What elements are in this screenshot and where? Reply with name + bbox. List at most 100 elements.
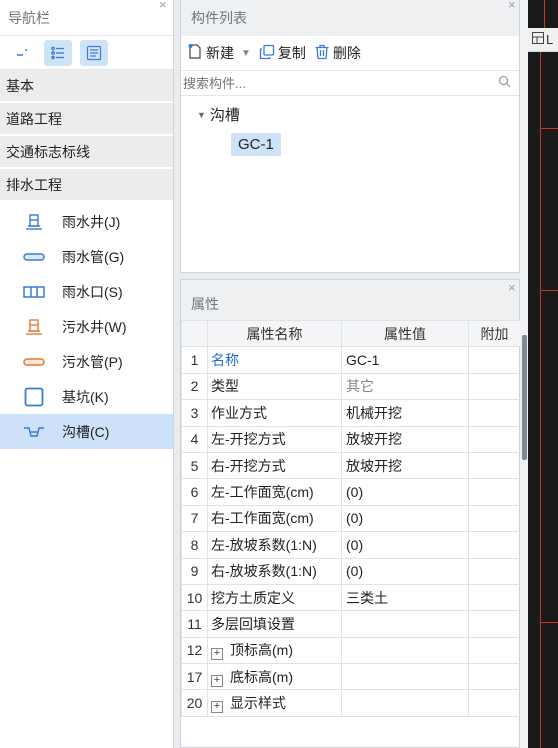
table-row[interactable]: 20 + 显示样式 [181,689,521,717]
row-number: 20 [181,689,208,717]
property-value[interactable]: 放坡开挖 [341,425,469,453]
table-row[interactable]: 5 右-开挖方式 放坡开挖 [181,451,521,480]
nav-item-trench[interactable]: 沟槽(C) [0,414,173,449]
property-name-label: 左-工作面宽(cm) [211,484,314,501]
property-extra-checkbox[interactable] [468,636,521,665]
expand-plus-icon[interactable]: + [211,674,223,687]
property-value[interactable]: (0) [341,557,469,585]
table-row[interactable]: 7 右-工作面宽(cm) (0) [181,504,521,533]
property-extra-checkbox[interactable] [468,557,521,585]
drawing-tab[interactable]: L [528,28,558,52]
property-value[interactable]: 三类土 [341,583,469,612]
table-row[interactable]: 11 多层回填设置 [181,610,521,638]
table-row[interactable]: 3 作业方式 机械开挖 [181,399,521,427]
drawing-line [540,52,541,748]
delete-button[interactable]: 删除 [312,43,363,63]
row-number: 12 [181,636,208,665]
delete-button-label: 删除 [332,45,361,61]
table-row[interactable]: 10 挖方土质定义 三类土 [181,583,521,612]
property-extra-checkbox[interactable] [468,610,521,638]
property-extra-checkbox[interactable] [468,399,521,427]
close-icon[interactable]: × [159,0,167,11]
component-list-header: 构件列表 [181,0,519,36]
table-row[interactable]: 17 + 底标高(m) [181,663,521,691]
search-input[interactable] [183,75,463,91]
properties-title: 属性 [191,296,219,312]
nav-category-basic[interactable]: 基本 [0,70,173,103]
nav-item-rain-pipe[interactable]: 雨水管(G) [0,239,173,274]
table-row[interactable]: 12 + 顶标高(m) [181,636,521,665]
nav-panel-header: 导航栏 [0,0,173,36]
property-value[interactable] [341,663,469,691]
search-icon[interactable] [498,75,511,91]
nav-item-pit[interactable]: 基坑(K) [0,379,173,414]
property-name-label: 顶标高(m) [230,642,293,659]
trash-icon [314,44,330,63]
property-value[interactable] [341,610,469,638]
chevron-down-icon[interactable]: ▼ [241,48,251,59]
row-number: 4 [181,425,208,453]
col-header-extra: 附加 [468,319,521,348]
nav-item-label: 污水管(P) [62,353,123,370]
property-extra-checkbox[interactable] [468,689,521,717]
nav-category-drainage[interactable]: 排水工程 [0,169,173,202]
property-extra-checkbox[interactable] [468,663,521,691]
property-value[interactable] [341,636,469,665]
table-row[interactable]: 4 左-开挖方式 放坡开挖 [181,425,521,453]
property-extra-checkbox[interactable] [468,451,521,480]
property-value[interactable]: GC-1 [341,346,469,374]
component-search [181,70,519,96]
table-row[interactable]: 6 左-工作面宽(cm) (0) [181,478,521,506]
nav-item-sewage-pipe[interactable]: 污水管(P) [0,344,173,379]
property-value[interactable]: (0) [341,504,469,533]
nav-item-rain-well[interactable]: 雨水井(J) [0,204,173,239]
collapse-icon[interactable] [8,40,36,66]
property-name: + 底标高(m) [207,663,342,691]
property-value[interactable]: 机械开挖 [341,399,469,427]
nav-category-traffic[interactable]: 交通标志标线 [0,136,173,169]
nav-item-rain-inlet[interactable]: 雨水口(S) [0,274,173,309]
detail-view-icon[interactable] [80,39,108,66]
property-extra-checkbox[interactable] [468,583,521,612]
property-name-label: 多层回填设置 [211,615,295,632]
property-value[interactable] [341,689,469,717]
drawing-canvas[interactable] [528,0,558,748]
nav-item-sewage-well[interactable]: 污水井(W) [0,309,173,344]
property-extra-checkbox[interactable] [468,504,521,533]
property-name: 类型 [207,372,342,401]
property-name-label: 显示样式 [230,695,286,712]
property-name-label: 左-放坡系数(1:N) [211,536,317,553]
nav-item-label: 沟槽(C) [62,423,110,440]
close-icon[interactable]: × [508,281,516,294]
col-header-value: 属性值 [341,319,469,348]
nav-toolbar [0,36,173,70]
property-value[interactable]: 其它 [341,372,469,401]
table-row[interactable]: 9 右-放坡系数(1:N) (0) [181,557,521,585]
expand-plus-icon[interactable]: + [211,701,223,714]
list-view-icon[interactable] [44,39,72,66]
expand-arrow-icon[interactable]: ▼ [197,110,206,120]
scrollbar-thumb[interactable] [522,335,527,460]
new-document-icon [187,43,203,63]
table-header-row: 属性名称 属性值 附加 [181,319,521,348]
pit-icon [22,387,46,407]
property-extra-checkbox[interactable] [468,531,521,559]
copy-button[interactable]: 复制 [257,43,308,63]
property-extra-checkbox[interactable] [468,425,521,453]
row-number: 8 [181,531,208,559]
table-row[interactable]: 8 左-放坡系数(1:N) (0) [181,531,521,559]
table-row[interactable]: 2 类型 其它 [181,372,521,401]
property-value[interactable]: (0) [341,478,469,506]
property-extra-checkbox[interactable] [468,372,521,401]
property-value[interactable]: 放坡开挖 [341,451,469,480]
property-extra-checkbox[interactable] [468,478,521,506]
tree-item-gc-1[interactable]: GC-1 [231,133,281,156]
property-extra-checkbox[interactable] [468,346,521,374]
nav-category-road[interactable]: 道路工程 [0,103,173,136]
new-button[interactable]: 新建 ▼ [185,43,253,63]
expand-plus-icon[interactable]: + [211,648,223,661]
close-icon[interactable]: × [508,0,516,11]
property-value[interactable]: (0) [341,531,469,559]
table-row[interactable]: 1 名称 GC-1 [181,346,521,374]
tree-group-trench[interactable]: ▼ 沟槽 [197,104,519,125]
